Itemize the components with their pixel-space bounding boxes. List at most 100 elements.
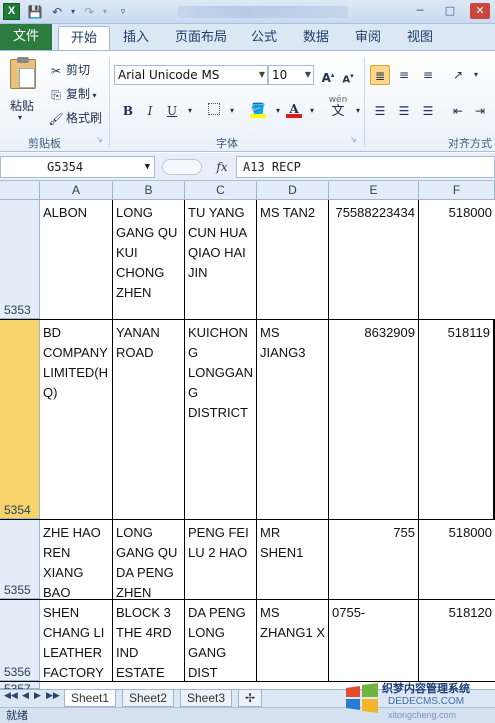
bold-button[interactable]: B bbox=[118, 101, 138, 121]
cut-button[interactable]: ✂ 剪切 bbox=[48, 61, 90, 79]
align-top-button[interactable]: ≣ bbox=[370, 65, 390, 85]
sheet-tab-3[interactable]: Sheet3 bbox=[180, 690, 233, 707]
formula-bar-resize-handle[interactable] bbox=[162, 159, 202, 175]
orientation-button[interactable]: ↗ bbox=[448, 65, 468, 85]
cell-a[interactable]: BD COMPANY LIMITED(HQ) bbox=[40, 320, 113, 519]
redo-dropdown-icon[interactable]: ▾ bbox=[96, 3, 114, 21]
cell-d[interactable]: MS ZHANG1 X bbox=[257, 600, 329, 681]
row-header[interactable]: 5357 bbox=[0, 682, 40, 689]
italic-button[interactable]: I bbox=[140, 101, 160, 121]
sheet-tab-2[interactable]: Sheet2 bbox=[122, 690, 175, 707]
paste-button[interactable]: 粘贴 ▾ bbox=[6, 57, 40, 122]
phonetic-button[interactable]: wén 文 bbox=[326, 95, 350, 119]
cell-b[interactable]: YANAN ROAD bbox=[113, 320, 185, 519]
fill-color-button[interactable]: 🪣 bbox=[248, 99, 268, 119]
format-painter-button[interactable]: 🖌 格式刷 bbox=[48, 109, 102, 127]
row-header-selected[interactable]: 5354 bbox=[0, 320, 40, 519]
column-header-f[interactable]: F bbox=[419, 181, 495, 200]
sheet-tab-1[interactable]: Sheet1 bbox=[64, 690, 117, 707]
cell-e[interactable]: 75588223434 bbox=[329, 200, 419, 319]
cell-f[interactable]: 518120 bbox=[419, 600, 495, 681]
cell-b[interactable]: BLOCK 3 THE 4RD IND ESTATE bbox=[113, 600, 185, 681]
save-icon[interactable]: 💾 bbox=[26, 3, 44, 21]
tab-file[interactable]: 文件 bbox=[0, 24, 52, 50]
cell-d[interactable]: MR SHEN1 bbox=[257, 520, 329, 599]
cell-f[interactable]: 518119 bbox=[419, 320, 495, 519]
font-launcher-icon[interactable]: ↘ bbox=[350, 135, 357, 144]
increase-indent-button[interactable]: ⇥ bbox=[470, 101, 490, 121]
font-color-button[interactable]: A bbox=[284, 99, 304, 119]
cell-a[interactable]: ZHE HAO REN XIANG BAO bbox=[40, 520, 113, 599]
next-sheet-icon[interactable]: ▶ bbox=[34, 691, 41, 701]
ribbon-tabs: 文件 开始 插入 页面布局 公式 数据 审阅 视图 bbox=[0, 24, 495, 50]
decrease-indent-button[interactable]: ⇤ bbox=[448, 101, 468, 121]
first-sheet-icon[interactable]: ◀◀ bbox=[4, 691, 18, 701]
align-left-button[interactable]: ☰ bbox=[370, 101, 390, 121]
tab-insert[interactable]: 插入 bbox=[114, 26, 158, 50]
close-icon[interactable]: ✕ bbox=[470, 3, 490, 19]
clipboard-launcher-icon[interactable]: ↘ bbox=[96, 135, 103, 144]
underline-button[interactable]: U bbox=[162, 101, 182, 121]
tab-data[interactable]: 数据 bbox=[296, 26, 336, 50]
chevron-down-icon[interactable]: ▼ bbox=[145, 157, 150, 177]
row-header[interactable]: 5355 bbox=[0, 520, 40, 599]
row-header[interactable]: 5356 bbox=[0, 600, 40, 681]
last-sheet-icon[interactable]: ▶▶ bbox=[46, 691, 60, 701]
cell-b[interactable]: LONG GANG QU KUI CHONG ZHEN bbox=[113, 200, 185, 319]
font-name-select[interactable]: Arial Unicode MS ▼ bbox=[114, 65, 268, 85]
format-painter-label: 格式刷 bbox=[66, 111, 103, 125]
tab-formulas[interactable]: 公式 bbox=[244, 26, 284, 50]
cell-b[interactable]: LONG GANG QU DA PENG ZHEN bbox=[113, 520, 185, 599]
align-center-button[interactable]: ☰ bbox=[394, 101, 414, 121]
cell-c[interactable]: PENG FEI LU 2 HAO bbox=[185, 520, 257, 599]
name-box[interactable]: G5354 ▼ bbox=[0, 156, 155, 178]
select-all-corner[interactable] bbox=[0, 181, 40, 200]
insert-function-button[interactable]: fx bbox=[210, 156, 234, 178]
cell-c[interactable]: KUICHONG LONGGANG DISTRICT bbox=[185, 320, 257, 519]
column-header-a[interactable]: A bbox=[40, 181, 113, 200]
customize-toolbar-icon[interactable]: ▿ bbox=[114, 3, 132, 21]
column-headers: A B C D E F bbox=[0, 181, 495, 200]
cell-f[interactable]: 518000 bbox=[419, 200, 495, 319]
copy-button[interactable]: ⎘ 复制 ▾ bbox=[48, 85, 96, 103]
tab-home[interactable]: 开始 bbox=[58, 26, 110, 50]
tab-review[interactable]: 审阅 bbox=[348, 26, 388, 50]
borders-dropdown-icon[interactable]: ▾ bbox=[222, 101, 242, 121]
minimize-icon[interactable]: ─ bbox=[410, 3, 430, 19]
tab-view[interactable]: 视图 bbox=[400, 26, 440, 50]
cell-e[interactable]: 755 bbox=[329, 520, 419, 599]
phonetic-dropdown-icon[interactable]: ▾ bbox=[348, 101, 368, 121]
borders-button[interactable] bbox=[204, 101, 224, 121]
row-header[interactable]: 5353 bbox=[0, 200, 40, 319]
cell-e[interactable]: 8632909 bbox=[329, 320, 419, 519]
align-middle-button[interactable]: ≡ bbox=[394, 65, 414, 85]
underline-dropdown-icon[interactable]: ▾ bbox=[180, 101, 200, 121]
tab-page-layout[interactable]: 页面布局 bbox=[170, 26, 232, 50]
align-right-button[interactable]: ☰ bbox=[418, 101, 438, 121]
font-size-select[interactable]: 10 ▼ bbox=[268, 65, 314, 85]
column-header-d[interactable]: D bbox=[257, 181, 329, 200]
grow-font-button[interactable]: A▴ bbox=[318, 65, 338, 85]
font-color-dropdown-icon[interactable]: ▾ bbox=[302, 101, 322, 121]
insert-sheet-button[interactable]: ✢ bbox=[238, 690, 262, 707]
cell-d[interactable]: MS TAN2 bbox=[257, 200, 329, 319]
prev-sheet-icon[interactable]: ◀ bbox=[22, 691, 29, 701]
cell-a[interactable]: ALBON bbox=[40, 200, 113, 319]
column-header-c[interactable]: C bbox=[185, 181, 257, 200]
maximize-icon[interactable]: □ bbox=[440, 3, 460, 19]
cell-a[interactable]: SHEN CHANG LI LEATHER FACTORY bbox=[40, 600, 113, 681]
watermark-domain: DEDECMS.COM bbox=[388, 696, 465, 707]
formula-input[interactable]: A13 RECP bbox=[236, 156, 495, 178]
outdent-icon: ⇤ bbox=[452, 104, 464, 118]
align-bottom-button[interactable]: ≡ bbox=[418, 65, 438, 85]
excel-logo-icon[interactable]: X bbox=[3, 3, 20, 20]
cell-d[interactable]: MS JIANG3 bbox=[257, 320, 329, 519]
orientation-dropdown-icon[interactable]: ▾ bbox=[466, 65, 486, 85]
column-header-e[interactable]: E bbox=[329, 181, 419, 200]
column-header-b[interactable]: B bbox=[113, 181, 185, 200]
shrink-font-button[interactable]: A▾ bbox=[338, 66, 358, 86]
cell-c[interactable]: DA PENG LONG GANG DIST bbox=[185, 600, 257, 681]
cell-c[interactable]: TU YANG CUN HUA QIAO HAI JIN bbox=[185, 200, 257, 319]
cell-f[interactable]: 518000 bbox=[419, 520, 495, 599]
cell-e[interactable]: 0755- bbox=[329, 600, 419, 681]
